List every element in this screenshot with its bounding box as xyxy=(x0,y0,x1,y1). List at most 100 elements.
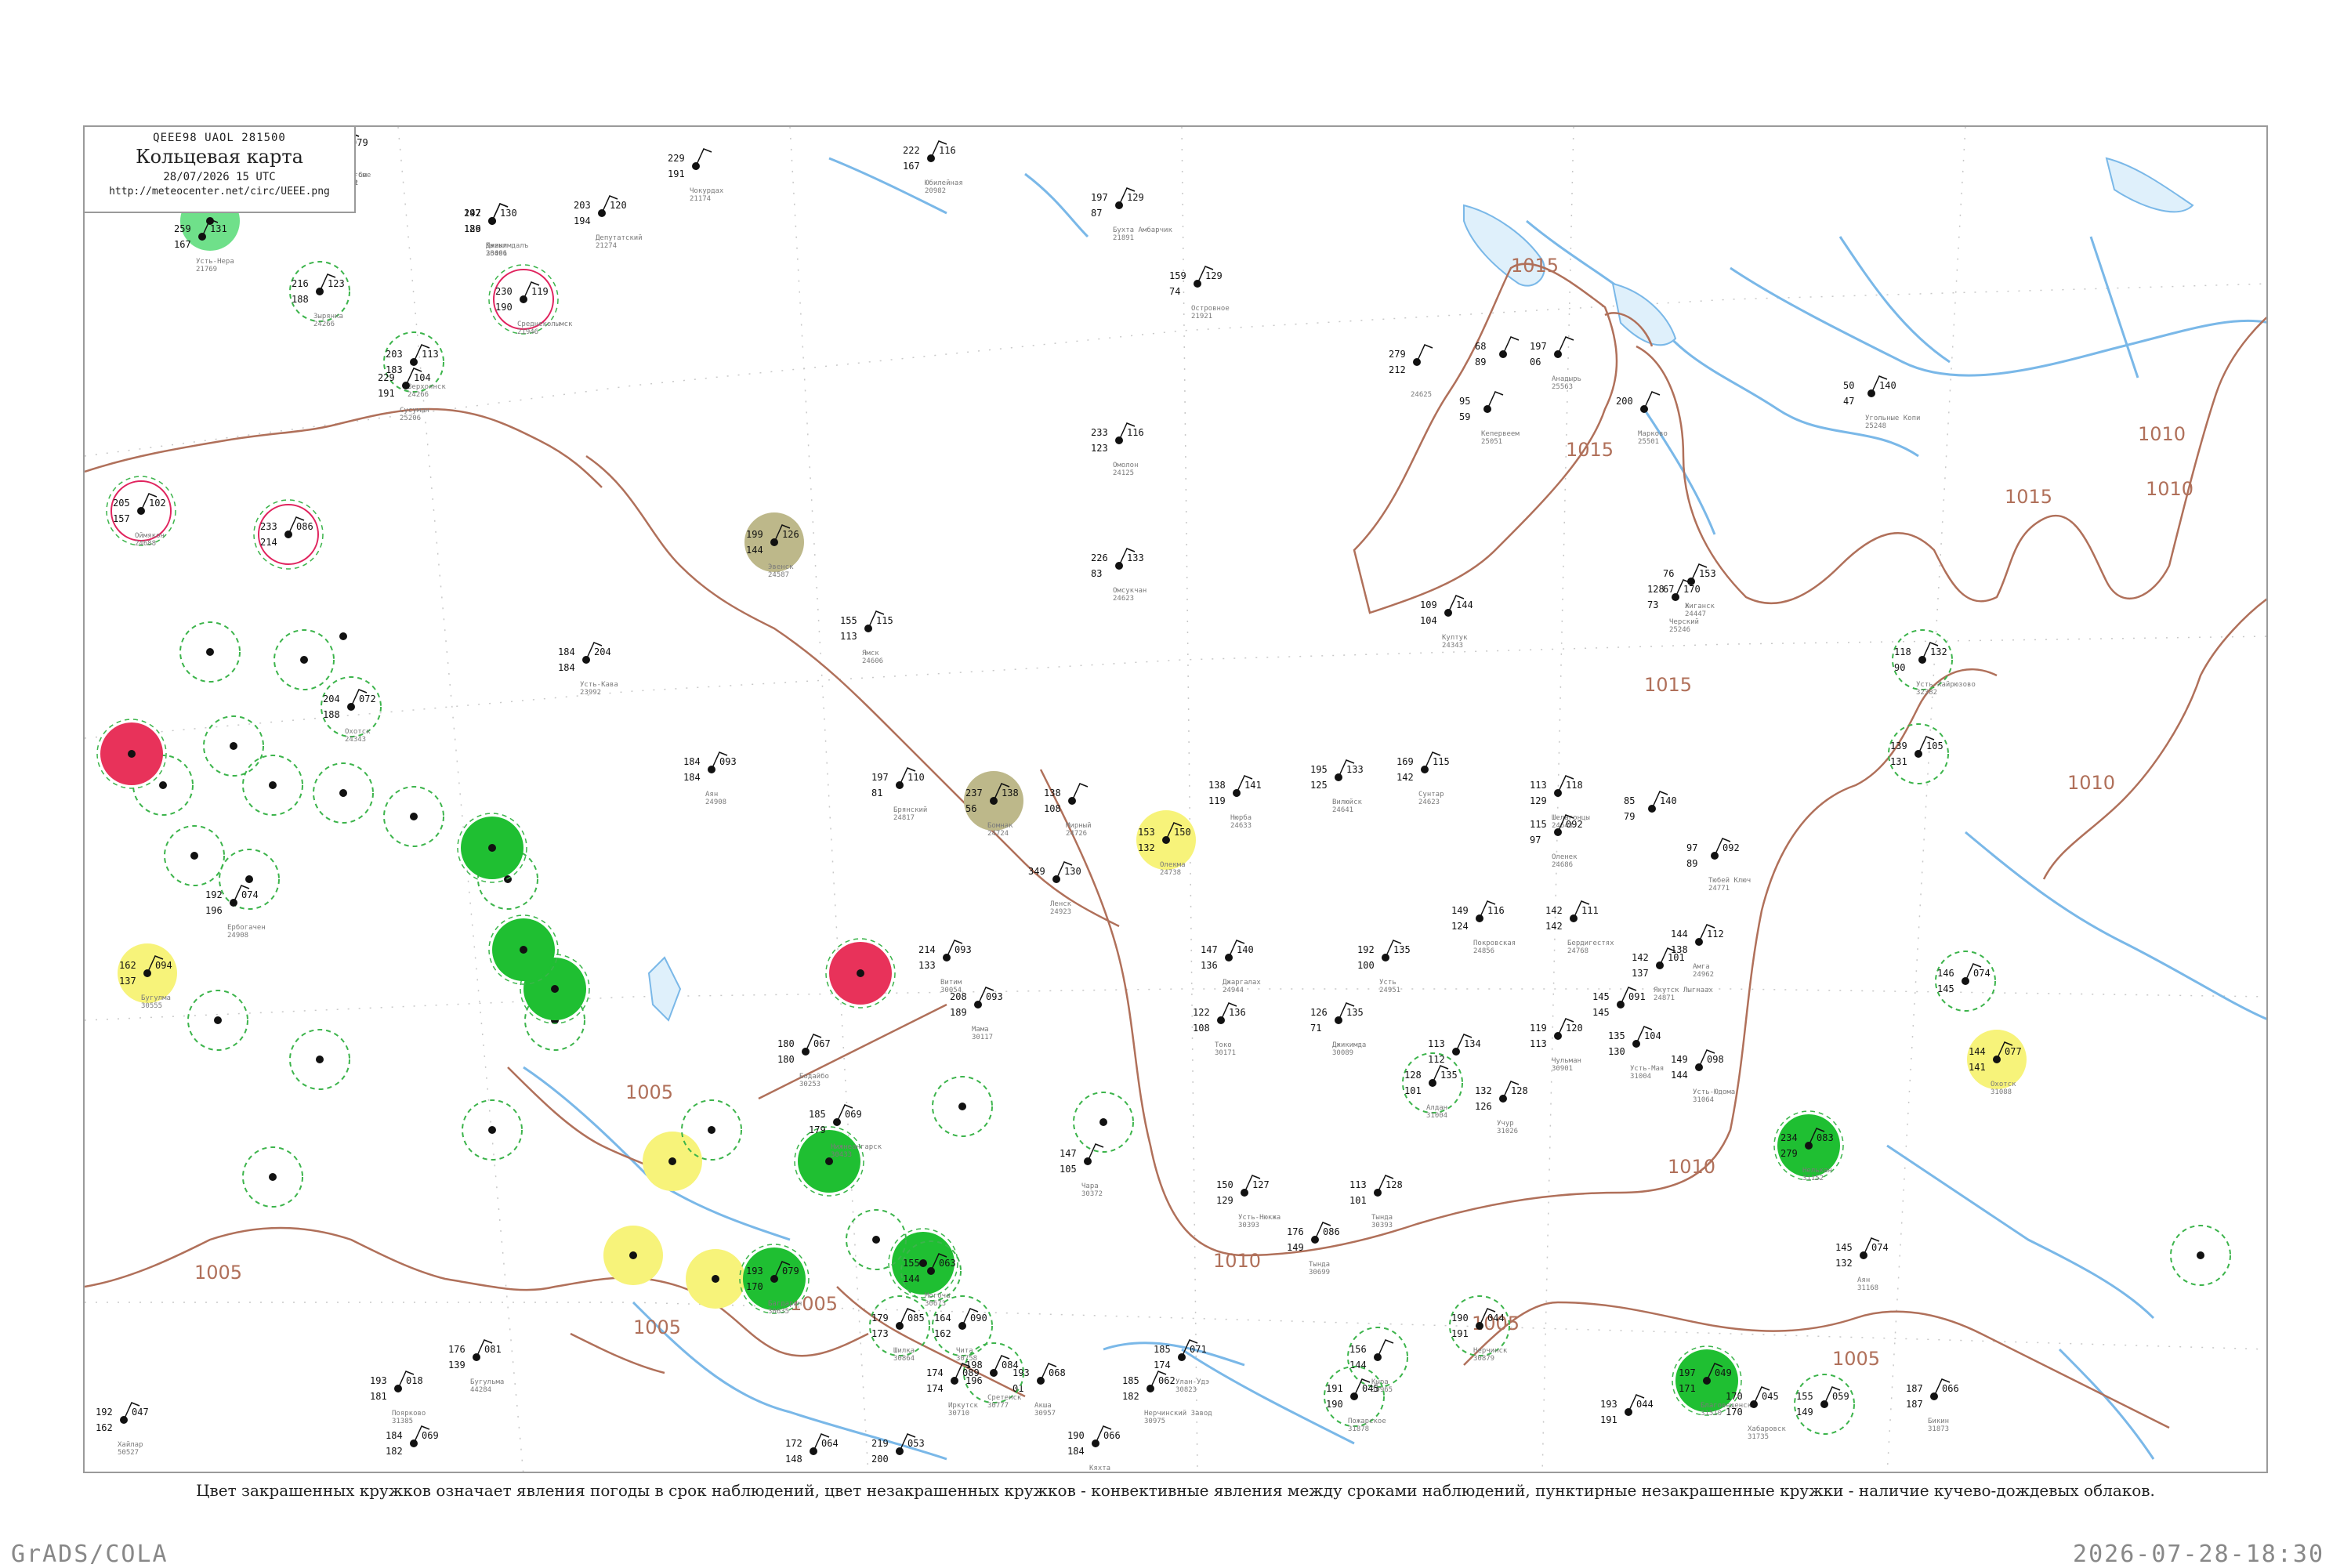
station-plot[interactable]: 179 085 173 Шилка30864 xyxy=(869,1295,930,1363)
station-plot[interactable]: 184 069 182 xyxy=(386,1425,439,1457)
station-plot[interactable]: 192 135 100 Усть24951 xyxy=(1357,940,1411,994)
station-plot[interactable]: 192 047 162 Хайлар50527 xyxy=(96,1402,149,1457)
station-plot[interactable]: 142 111 142 Бердигестях24768 xyxy=(1545,900,1614,955)
station-plot[interactable]: 199 126 144 Эвенск24587 xyxy=(744,512,804,579)
station-plot[interactable]: 204 072 188 Охотск24343 xyxy=(321,676,382,744)
station-plot[interactable]: 226 133 83 Омсукчан24623 xyxy=(1091,548,1147,603)
station-temperature: 119 xyxy=(1530,1023,1547,1034)
station-plot[interactable]: 146 074 145 xyxy=(1935,951,1996,1012)
station-plot[interactable]: 187 066 187 Бикин31873 xyxy=(1906,1378,1959,1433)
station-dewpoint: 137 xyxy=(1632,968,1649,979)
station-plot[interactable]: 6889 xyxy=(1475,336,1520,368)
station-plot[interactable]: 97 092 89 Тюбей Ключ24771 xyxy=(1686,838,1751,893)
station-plot[interactable]: 138 108 Мирный24726 xyxy=(1044,783,1092,838)
station-temperature: 222 xyxy=(903,145,920,156)
station-plot[interactable]: 113 128 101 Тындa30393 xyxy=(1349,1175,1403,1229)
station-plot[interactable]: 50 140 47 Угольные Копи25248 xyxy=(1843,375,1920,430)
station-pressure: 072 xyxy=(359,693,376,704)
station-dewpoint: 131 xyxy=(1890,756,1907,767)
station-plot[interactable]: 145 091 145 xyxy=(1592,987,1646,1018)
station-plot[interactable]: 197 129 87 Бухта Амбарчик21891 xyxy=(1091,187,1172,242)
station-plot[interactable]: 147 105 Чара30372 xyxy=(1060,1143,1104,1198)
station-dewpoint: 184 xyxy=(683,772,701,783)
station-plot[interactable]: 197 06 Анадырь25563 xyxy=(1530,336,1581,391)
station-plot[interactable]: 122 136 108 Токо30171 xyxy=(1193,1002,1246,1057)
station-plot[interactable]: 195 133 125 Вилюйск24641 xyxy=(1310,759,1364,814)
station-plot[interactable]: 138 141 119 Нюрба24633 xyxy=(1208,775,1262,830)
station-name: Нюрба xyxy=(1230,813,1252,822)
station-plot[interactable]: 193 018 181 Поярково31385 xyxy=(370,1371,426,1425)
weather-circle xyxy=(1073,1092,1134,1153)
station-dewpoint: 200 xyxy=(871,1454,889,1465)
station-index: 21891 xyxy=(1113,234,1134,242)
station-plot[interactable]: 150 127 129 Усть-Нюкжа30393 xyxy=(1216,1175,1281,1229)
station-plot[interactable]: 197 110 81 Брянский24817 xyxy=(871,767,927,822)
station-plot[interactable]: 155 115 113 Ямск24606 xyxy=(840,610,893,665)
station-plot[interactable]: 135 104 130 Усть-Мая31004 xyxy=(1608,1026,1664,1081)
station-index: 30393 xyxy=(1371,1222,1393,1229)
station-pressure: 127 xyxy=(1252,1179,1270,1190)
map-url[interactable]: http://meteocenter.net/circ/UEEE.png xyxy=(85,186,354,197)
station-plot[interactable]: 144 077 141 Охотск31088 xyxy=(1967,1030,2027,1096)
station-temperature: 145 xyxy=(1592,991,1610,1002)
station-plot[interactable]: 222 116 167 Юбилейная20982 xyxy=(903,140,963,195)
station-plot[interactable]: 132 128 126 Учур31026 xyxy=(1475,1081,1528,1135)
station-plot[interactable]: 234 083 279 Нелькан31152 xyxy=(1773,1110,1844,1182)
station-plot[interactable]: 169 115 142 Сунтар24623 xyxy=(1396,751,1450,806)
station-dewpoint: 124 xyxy=(1451,921,1469,932)
station-plot[interactable]: 184 093 184 Аян24908 xyxy=(683,751,737,806)
station-temperature: 174 xyxy=(926,1367,944,1378)
station-plot[interactable]: 233 116 123 Омолон24125 xyxy=(1091,422,1144,477)
station-plot[interactable]: 193 06801Акша30957 xyxy=(1012,1363,1066,1418)
station-plot[interactable]: 113 134112 xyxy=(1428,1034,1481,1065)
station-plot[interactable]: 95 59 Кепервеем25051 xyxy=(1459,391,1520,446)
station-plot[interactable]: 192 074 196 Ербогачен24908 xyxy=(205,885,266,940)
station-dewpoint: 130 xyxy=(1608,1046,1625,1057)
station-plot[interactable]: 193 079 170 Багдарин30635 xyxy=(739,1244,810,1316)
station-plot[interactable]: 200 Марково25501 xyxy=(1616,391,1668,446)
station-plot[interactable]: 145 074 132 Аян31168 xyxy=(1835,1237,1889,1292)
station-plot[interactable]: 149 098 144 Усть-Юдома31064 xyxy=(1671,1049,1735,1104)
station-plot[interactable]: 279 212 24625 xyxy=(1389,344,1433,399)
station-plot[interactable]: 184 204 184 Усть-Кава23992 xyxy=(558,642,618,697)
station-plot[interactable]: 144 112 138 Амга24962 xyxy=(1671,924,1724,979)
station-plot[interactable]: 205 102 157 Оймякон24688 xyxy=(106,476,176,548)
station-dewpoint: 191 xyxy=(1600,1414,1617,1425)
station-dewpoint: 47 xyxy=(1843,396,1854,407)
station-plot[interactable]: 193 044 191 xyxy=(1600,1394,1654,1425)
station-plot[interactable]: 180 067 180 Бодайбо30253 xyxy=(777,1034,831,1088)
station-plot[interactable]: 190 066 184 Кяхта30965 xyxy=(1067,1425,1121,1473)
station-plot[interactable]: 118 132 90 Усть-Хайрюзово32382 xyxy=(1892,629,1976,697)
station-plot[interactable]: 214 093133Витим30054 xyxy=(918,940,972,994)
station-index: 24266 xyxy=(408,391,429,399)
station-plot[interactable]: 174 089 174 Иркутск30710 xyxy=(926,1363,980,1418)
station-plot[interactable]: 126 135 71 Джикимда30089 xyxy=(1310,1002,1366,1057)
station-plot[interactable]: 176 081 139 Бугульма44284 xyxy=(448,1339,504,1394)
station-plot[interactable]: 233 086 214 xyxy=(253,499,324,570)
station-plot[interactable]: 229 191 Чокурдах21174 xyxy=(668,148,724,203)
station-plot[interactable]: 119 120 113 Чульман30901 xyxy=(1530,1018,1583,1073)
station-plot[interactable]: 208 093 189 Мама30117 xyxy=(950,987,1003,1041)
station-plot[interactable]: 109 144 104 Култук24343 xyxy=(1420,595,1473,650)
station-index: 31152 xyxy=(1802,1175,1824,1182)
station-plot[interactable]: 216 123 188 Зырянка24266 xyxy=(289,261,350,328)
station-plot[interactable]: 237 138 56 Бомнак24724 xyxy=(964,771,1023,838)
station-plot[interactable]: 139 105 131 xyxy=(1888,723,1949,784)
station-plot[interactable]: 172064148Сайн-Шанд44288 xyxy=(785,1433,846,1473)
station-plot[interactable]: 155 059 149 xyxy=(1794,1374,1855,1435)
station-plot[interactable]: 147 140 136 Джаргалах24944 xyxy=(1201,940,1261,994)
station-dewpoint: 149 xyxy=(1287,1242,1304,1253)
station-plot[interactable]: 203 120 194 Депутатский21274 xyxy=(574,195,643,250)
station-temperature: 190 xyxy=(1067,1430,1085,1441)
station-dewpoint: 138 xyxy=(1671,944,1688,955)
station-plot[interactable]: 153 150 132 Олекма24738 xyxy=(1136,810,1196,877)
station-plot[interactable]: 85 140 79 xyxy=(1624,791,1677,822)
station-plot[interactable]: 170 045 170 Хабаровск31735 xyxy=(1726,1386,1786,1441)
station-pressure: 132 xyxy=(1930,646,1947,657)
station-plot[interactable]: 230 119 190 Среднеколымск21946 xyxy=(488,264,573,336)
station-plot[interactable]: 149 116 124 Покровская24856 xyxy=(1451,900,1516,955)
station-plot[interactable]: 159 129 74 Островное21921 xyxy=(1169,266,1230,320)
station-pressure: 018 xyxy=(406,1375,423,1386)
station-plot[interactable]: 162 094 137 Бугулма30555 xyxy=(118,943,177,1010)
isobar-label: 1010 xyxy=(1668,1156,1715,1178)
